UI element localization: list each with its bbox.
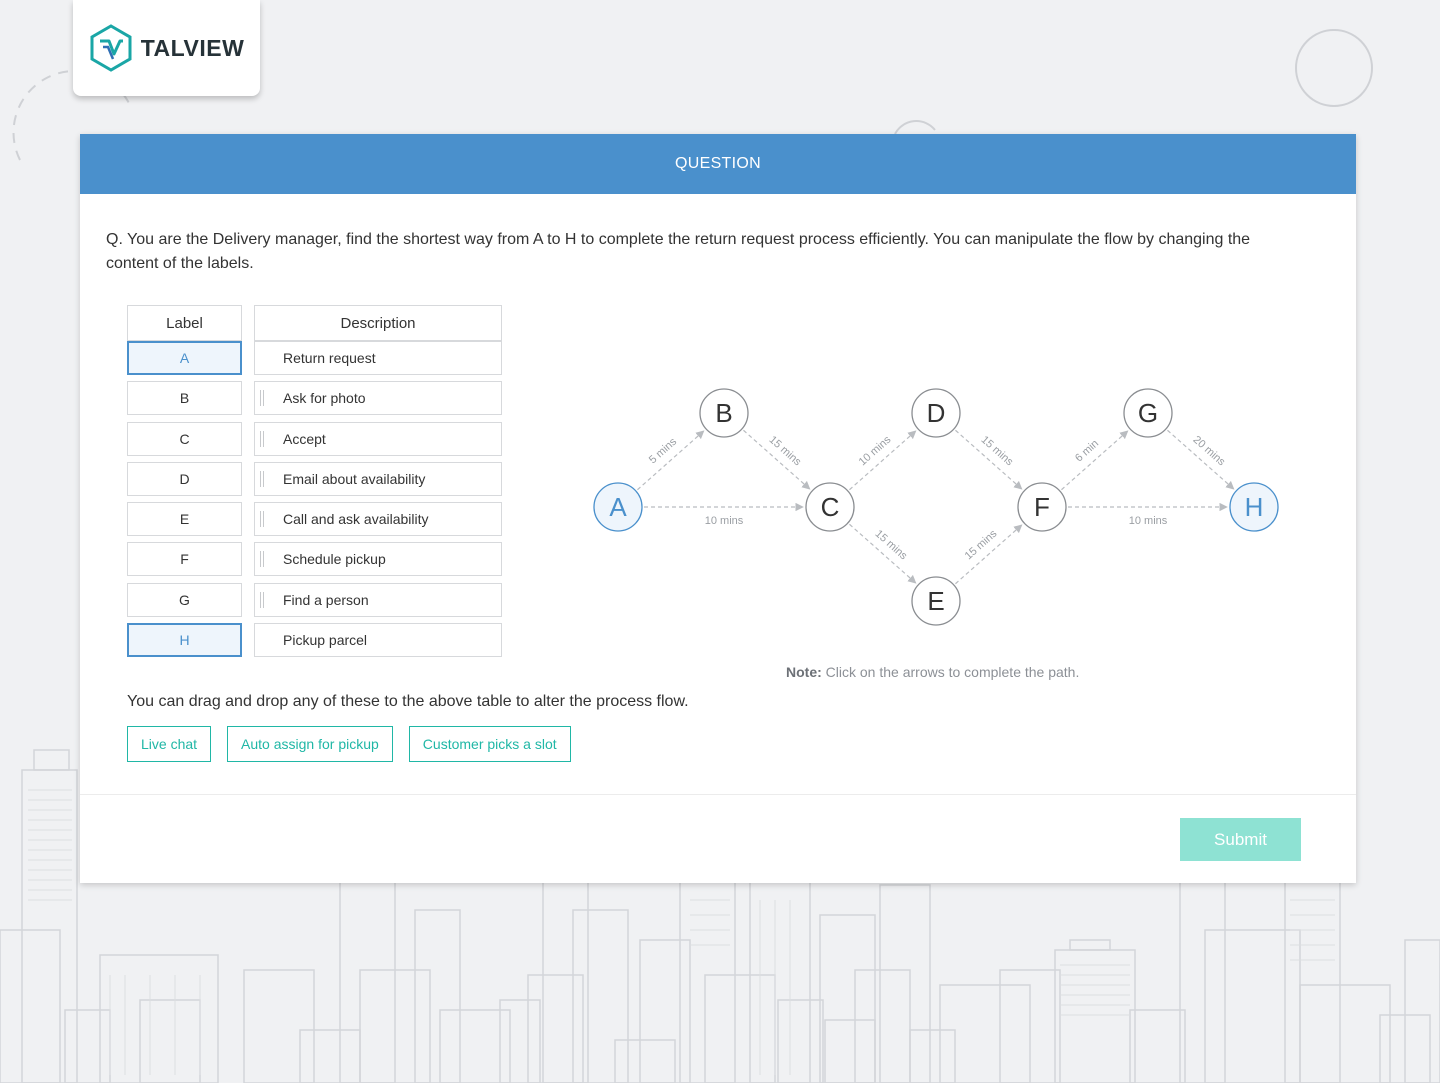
edge-label-c-d: 10 mins bbox=[857, 433, 894, 468]
label-cell-h: H bbox=[127, 623, 242, 657]
note-text: Click on the arrows to complete the path… bbox=[821, 664, 1080, 680]
drag-instruction: You can drag and drop any of these to th… bbox=[127, 693, 689, 710]
drag-handle-icon[interactable] bbox=[260, 471, 264, 487]
brand-name: TALVIEW bbox=[140, 34, 245, 61]
description-text: Pickup parcel bbox=[283, 632, 368, 648]
description-cell-e[interactable]: Call and ask availability bbox=[254, 502, 502, 536]
drag-handle-icon[interactable] bbox=[260, 551, 264, 567]
description-text: Email about availability bbox=[283, 471, 426, 487]
description-text: Schedule pickup bbox=[283, 551, 386, 567]
node-label-e: E bbox=[927, 586, 944, 616]
edge-label-a-c: 10 mins bbox=[705, 515, 744, 527]
node-label-a: A bbox=[609, 492, 627, 522]
node-label-c: C bbox=[821, 492, 840, 522]
description-cell-c[interactable]: Accept bbox=[254, 422, 502, 456]
description-cell-h: Pickup parcel bbox=[254, 623, 502, 657]
question-header: QUESTION bbox=[80, 134, 1356, 194]
question-text: Q. You are the Delivery manager, find th… bbox=[106, 231, 1251, 272]
node-label-g: G bbox=[1138, 398, 1158, 428]
label-cell-d: D bbox=[127, 462, 242, 496]
question-card: QUESTION Q. You are the Delivery manager… bbox=[80, 134, 1356, 883]
description-cell-b[interactable]: Ask for photo bbox=[254, 381, 502, 415]
description-text: Accept bbox=[283, 431, 326, 447]
edge-label-f-h: 10 mins bbox=[1129, 515, 1168, 527]
edge-label-d-f: 15 mins bbox=[979, 434, 1016, 469]
edge-label-a-b: 5 mins bbox=[647, 435, 680, 466]
label-cell-f: F bbox=[127, 542, 242, 576]
description-text: Ask for photo bbox=[283, 390, 366, 406]
option-live-chat[interactable]: Live chat bbox=[127, 726, 212, 762]
node-label-f: F bbox=[1034, 492, 1050, 522]
talview-hexagon-icon bbox=[90, 24, 132, 72]
drag-handle-icon[interactable] bbox=[260, 390, 264, 406]
description-text: Find a person bbox=[283, 592, 369, 608]
description-cell-g[interactable]: Find a person bbox=[254, 583, 502, 617]
option-auto-assign-for-pickup[interactable]: Auto assign for pickup bbox=[227, 726, 393, 762]
description-text: Call and ask availability bbox=[283, 511, 429, 527]
label-header: Label bbox=[127, 305, 242, 341]
description-text: Return request bbox=[283, 350, 376, 366]
label-cell-a: A bbox=[127, 341, 242, 375]
description-cell-d[interactable]: Email about availability bbox=[254, 462, 502, 496]
edge-label-c-e: 15 mins bbox=[873, 528, 910, 563]
submit-button[interactable]: Submit bbox=[1180, 818, 1301, 861]
node-label-h: H bbox=[1245, 492, 1264, 522]
label-cell-g: G bbox=[127, 583, 242, 617]
edge-label-e-f: 15 mins bbox=[963, 527, 1000, 562]
edge-label-b-c: 15 mins bbox=[767, 434, 804, 469]
node-label-b: B bbox=[715, 398, 732, 428]
option-customer-picks-a-slot[interactable]: Customer picks a slot bbox=[408, 726, 571, 762]
question-header-title: QUESTION bbox=[675, 155, 761, 172]
label-cell-c: C bbox=[127, 422, 242, 456]
drag-handle-icon[interactable] bbox=[260, 592, 264, 608]
draggable-options: Live chat Auto assign for pickup Custome… bbox=[127, 726, 571, 762]
edge-label-g-h: 20 mins bbox=[1191, 434, 1228, 469]
description-cell-a: Return request bbox=[254, 341, 502, 375]
node-label-d: D bbox=[927, 398, 946, 428]
divider bbox=[80, 794, 1356, 795]
description-header: Description bbox=[254, 305, 502, 341]
drag-handle-icon[interactable] bbox=[260, 431, 264, 447]
note-label: Note: bbox=[786, 664, 822, 680]
edge-label-f-g: 6 min bbox=[1073, 438, 1101, 465]
talview-logo: TALVIEW bbox=[73, 0, 260, 96]
description-cell-f[interactable]: Schedule pickup bbox=[254, 542, 502, 576]
note: Note: Click on the arrows to complete th… bbox=[786, 664, 1079, 680]
label-cell-e: E bbox=[127, 502, 242, 536]
process-flow-graph: 5 mins 10 mins 15 mins 10 mins 15 mins 15 min… bbox=[593, 388, 1279, 626]
drag-handle-icon[interactable] bbox=[260, 511, 264, 527]
label-cell-b: B bbox=[127, 381, 242, 415]
